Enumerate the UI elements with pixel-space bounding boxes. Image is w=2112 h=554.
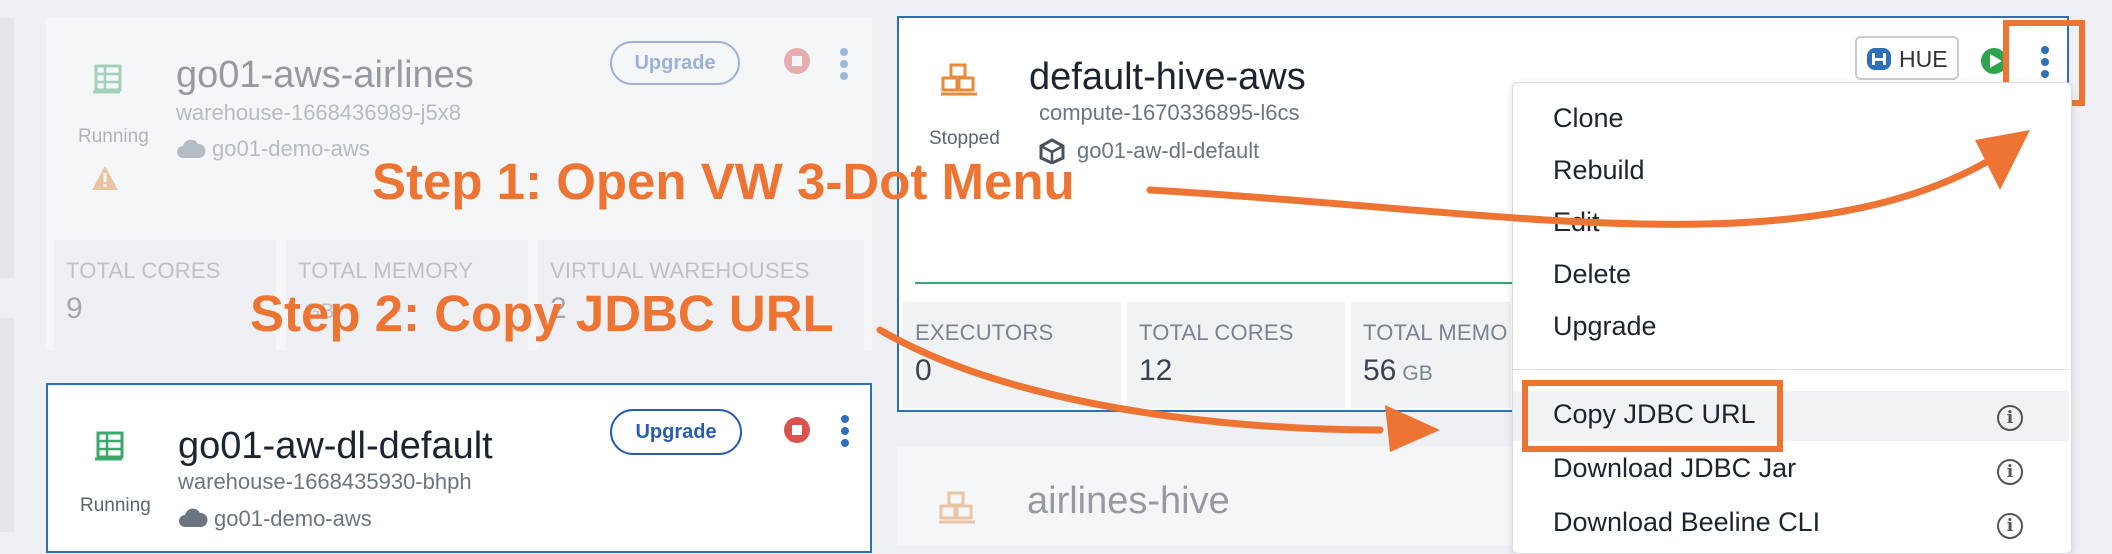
annotation-step-1: Step 1: Open VW 3-Dot Menu — [372, 153, 1075, 210]
annotation-arrows — [876, 130, 2030, 452]
annotation-step-2: Step 2: Copy JDBC URL — [250, 285, 834, 342]
